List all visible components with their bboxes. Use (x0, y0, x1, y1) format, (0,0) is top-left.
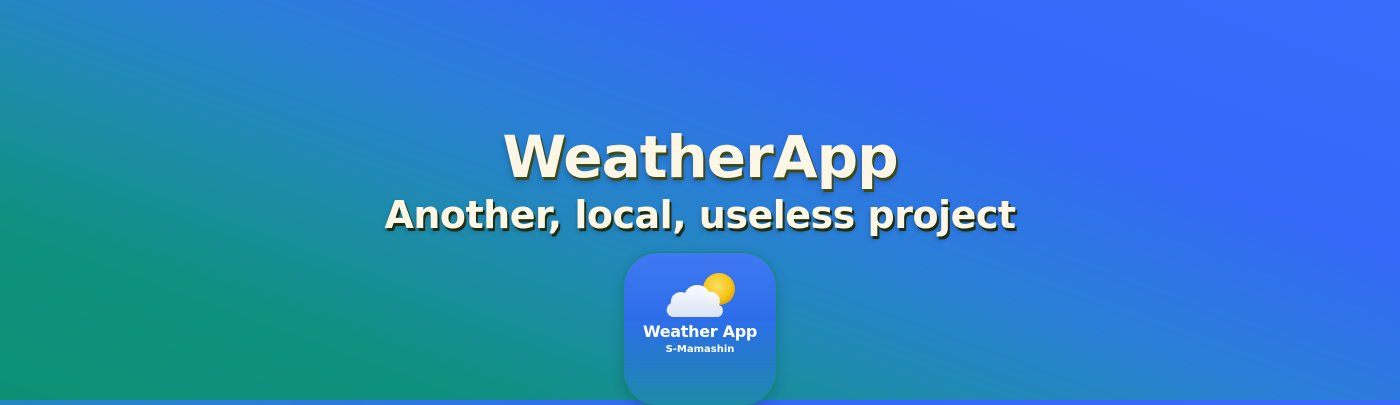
banner: WeatherApp Another, local, useless proje… (0, 0, 1400, 405)
app-icon: Weather App S-Mamashin (624, 253, 776, 405)
banner-title: WeatherApp (502, 123, 898, 191)
cloud-sun-icon (666, 273, 735, 317)
app-icon-subtitle: S-Mamashin (665, 344, 735, 355)
banner-subtitle: Another, local, useless project (384, 193, 1016, 237)
app-icon-title: Weather App (642, 322, 758, 341)
